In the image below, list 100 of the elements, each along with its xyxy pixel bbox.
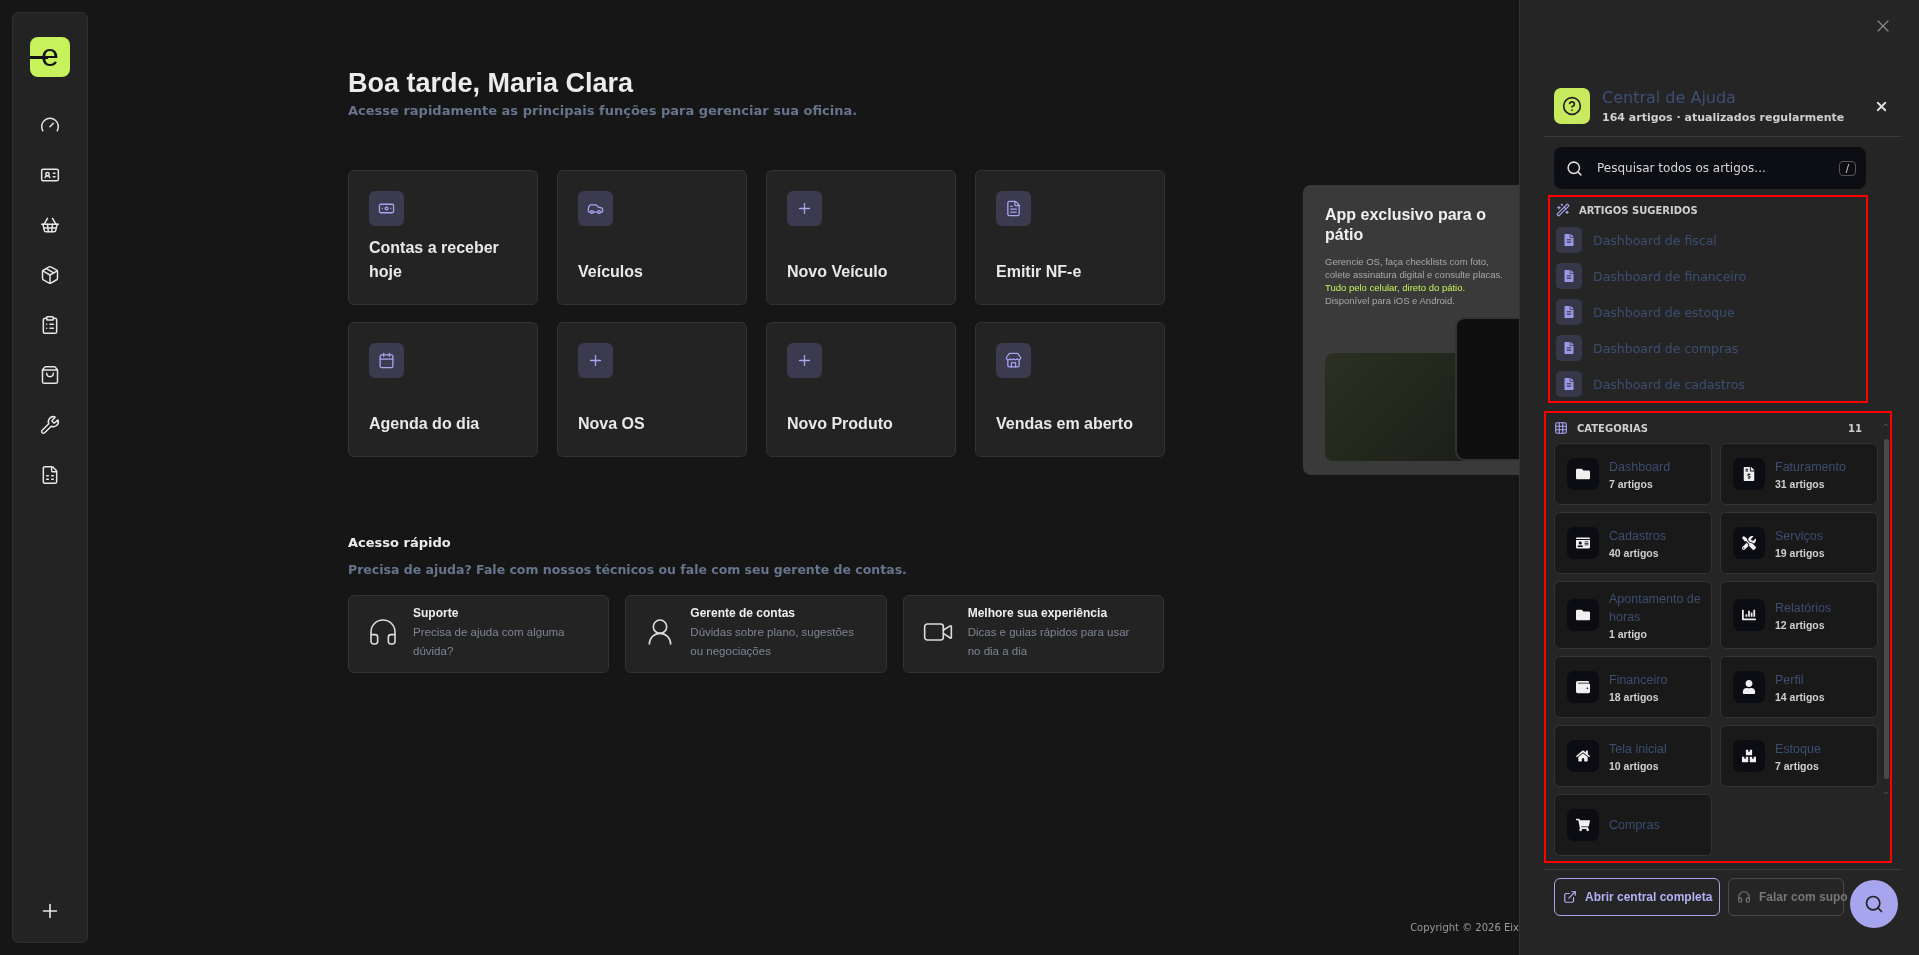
document-icon xyxy=(1556,299,1582,325)
article-count: 19 artigos xyxy=(1775,547,1825,559)
section-title: Acesso rápido xyxy=(348,535,452,550)
user-icon xyxy=(1733,671,1765,703)
card-description: Precisa de ajuda com alguma dúvida? xyxy=(413,625,566,659)
document-icon xyxy=(1556,263,1582,289)
category-card[interactable]: Dashboard 7 artigos xyxy=(1554,443,1712,505)
shortcut-card[interactable]: Contas a receber hoje xyxy=(348,170,538,305)
document-icon xyxy=(1556,371,1582,397)
shortcut-card[interactable]: Agenda do dia xyxy=(348,322,538,457)
search-icon xyxy=(1566,159,1583,177)
category-card[interactable]: Faturamento 31 artigos xyxy=(1720,443,1878,505)
bar-chart-icon xyxy=(1733,599,1765,631)
category-count: 11 xyxy=(1848,422,1862,434)
home-icon xyxy=(1567,740,1599,772)
greeting-subtitle: Acesse rapidamente as principais funções para gerenciar sua oficina. xyxy=(348,103,859,118)
article-count: 1 artigo xyxy=(1609,628,1648,640)
section-subtitle: Precisa de ajuda? Fale com nossos técnicos ou fale com seu gerente de contas. xyxy=(348,562,908,577)
article-count: 7 artigos xyxy=(1775,760,1820,772)
search-field[interactable]: Pesquisar todos os artigos... / xyxy=(1554,147,1866,189)
bag-icon[interactable] xyxy=(40,365,60,385)
card-description: Dúvidas sobre plano, sugestões ou negociações xyxy=(690,625,855,659)
calendar-icon xyxy=(369,343,404,378)
panel-subtitle: 164 artigos · atualizados regularmente xyxy=(1602,111,1846,124)
headset-icon xyxy=(1737,890,1751,904)
shortcut-card[interactable]: Veículos xyxy=(557,170,747,305)
headset-icon xyxy=(367,616,399,648)
store-icon xyxy=(996,343,1031,378)
category-card[interactable]: Financeiro 18 artigos xyxy=(1554,656,1712,718)
search-input[interactable]: Pesquisar todos os artigos... xyxy=(1595,160,1827,176)
invoice-icon xyxy=(1733,458,1765,490)
category-name: Relatórios xyxy=(1775,600,1832,617)
boxes-icon xyxy=(1733,740,1765,772)
document-icon xyxy=(1556,227,1582,253)
greeting-title: Boa tarde, Maria Clara xyxy=(348,68,635,99)
money-icon xyxy=(369,191,404,226)
article-count: 18 artigos xyxy=(1609,691,1660,703)
external-link-icon xyxy=(1563,890,1577,904)
shortcut-card[interactable]: Novo Veículo xyxy=(766,170,956,305)
category-name: Dashboard xyxy=(1609,459,1671,476)
id-card-icon[interactable] xyxy=(40,165,60,185)
category-name: Perfil xyxy=(1775,672,1805,689)
shortcut-card[interactable]: Nova OS xyxy=(557,322,747,457)
basket-icon[interactable] xyxy=(40,215,60,235)
promo-text: Gerencie OS, faça checklists com foto, colete assinatura digital e consulte placas. Tudo pelo celular, direto do pátio. Disponível para iOS e Android. xyxy=(1325,255,1504,307)
category-name: Financeiro xyxy=(1609,672,1668,689)
article-count: 7 artigos xyxy=(1609,478,1654,490)
category-card[interactable]: Apontamento de horas 1 artigo xyxy=(1554,581,1712,649)
card-description: Dicas e guias rápidos para usar no dia a dia xyxy=(967,625,1131,659)
card-title: Suporte xyxy=(413,606,460,620)
promo-title: App exclusivo para o pátio xyxy=(1325,205,1487,245)
category-name: Serviços xyxy=(1775,528,1824,545)
shortcut-key: / xyxy=(1838,160,1856,176)
car-icon xyxy=(578,191,613,226)
category-card[interactable]: Cadastros 40 artigos xyxy=(1554,512,1712,574)
chart-file-icon[interactable] xyxy=(40,465,60,485)
document-icon xyxy=(996,191,1031,226)
card-title: Melhore sua experiência xyxy=(967,606,1109,620)
wrench-icon[interactable] xyxy=(40,415,60,435)
article-count: 10 artigos xyxy=(1609,760,1660,772)
plus-icon xyxy=(787,343,822,378)
category-name: Faturamento xyxy=(1775,459,1846,476)
gauge-icon[interactable] xyxy=(40,115,60,135)
id-card-icon xyxy=(1567,527,1599,559)
category-name: Cadastros xyxy=(1609,528,1666,545)
plus-icon xyxy=(787,191,822,226)
wand-icon xyxy=(1556,203,1570,217)
category-card[interactable]: Serviços 19 artigos xyxy=(1720,512,1878,574)
category-name: Compras xyxy=(1609,817,1660,834)
plus-icon xyxy=(578,343,613,378)
article-count: 12 artigos xyxy=(1775,619,1826,631)
section-heading: ARTIGOS SUGERIDOS xyxy=(1579,204,1699,216)
category-name: Apontamento de horas xyxy=(1609,591,1701,626)
copyright-text: Copyright © 2026 Eix xyxy=(1410,922,1519,935)
card-title: Gerente de contas xyxy=(690,606,797,620)
shortcut-card[interactable]: Vendas em aberto xyxy=(975,322,1165,457)
category-card[interactable]: Tela inicial 10 artigos xyxy=(1554,725,1712,787)
article-count: 40 artigos xyxy=(1609,547,1660,559)
shortcut-card[interactable]: Novo Produto xyxy=(766,322,956,457)
help-icon xyxy=(1554,88,1590,124)
article-count: 14 artigos xyxy=(1775,691,1825,703)
document-icon xyxy=(1556,335,1582,361)
quick-access-card[interactable]: Gerente de contas Dúvidas sobre plano, sugestões ou negociações xyxy=(625,595,887,673)
article-count: 31 artigos xyxy=(1775,478,1826,490)
category-card[interactable]: Relatórios 12 artigos xyxy=(1720,581,1878,649)
open-help-center-button[interactable]: Abrir central completa xyxy=(1554,878,1720,916)
box-icon[interactable] xyxy=(40,265,60,285)
search-button[interactable] xyxy=(1850,880,1898,928)
category-card[interactable]: Perfil 14 artigos xyxy=(1720,656,1878,718)
category-name: Estoque xyxy=(1775,741,1821,758)
quick-access-card[interactable]: Melhore sua experiência Dicas e guias rápidos para usar no dia a dia xyxy=(902,595,1164,673)
shortcut-card[interactable]: Emitir NF-e xyxy=(975,170,1165,305)
wallet-icon xyxy=(1567,671,1599,703)
section-heading: CATEGORIAS xyxy=(1577,422,1650,434)
folder-icon xyxy=(1567,458,1599,490)
search-icon xyxy=(1864,894,1884,914)
quick-access-card[interactable]: Suporte Precisa de ajuda com alguma dúvida? xyxy=(348,595,610,673)
tools-icon xyxy=(1733,527,1765,559)
category-card[interactable]: Estoque 7 artigos xyxy=(1720,725,1878,787)
clipboard-icon[interactable] xyxy=(40,315,60,335)
